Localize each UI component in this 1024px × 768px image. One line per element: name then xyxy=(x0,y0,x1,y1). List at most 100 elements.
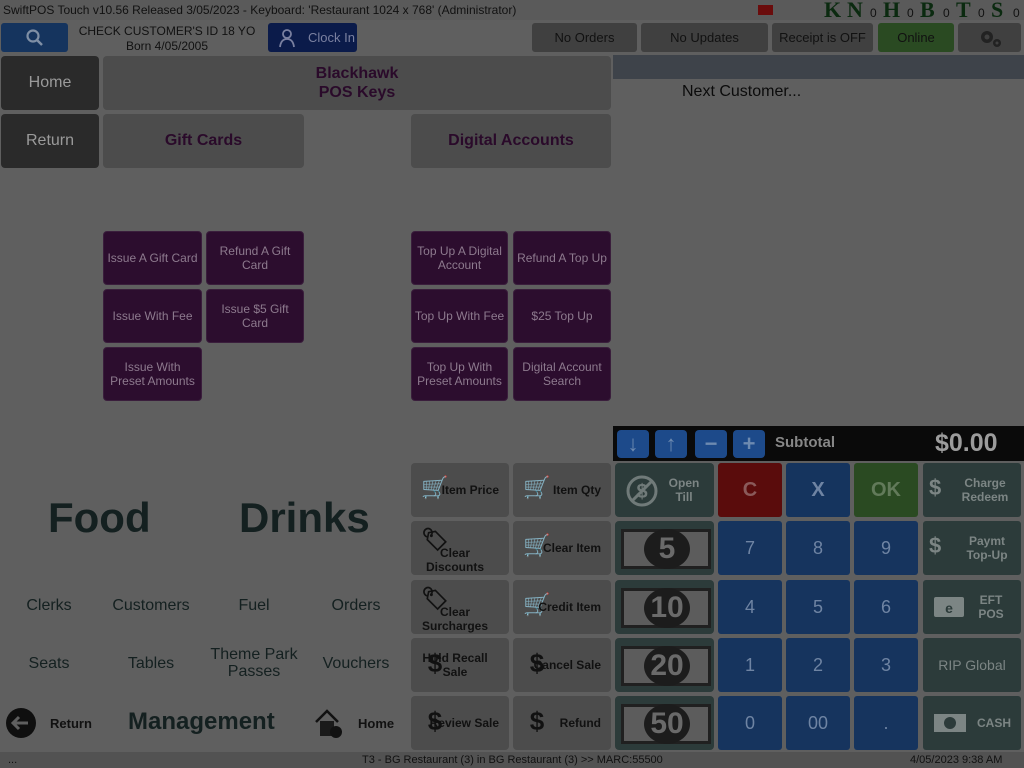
clear-discounts-button[interactable]: 🏷 Clear Discounts xyxy=(411,521,509,575)
digit-6-key[interactable]: 6 xyxy=(854,580,918,634)
review-sale-button[interactable]: $ Review Sale xyxy=(411,696,509,750)
brand-digit: 0 xyxy=(1013,6,1020,20)
blackhawk-pos-keys-button[interactable]: Blackhawk POS Keys xyxy=(103,56,611,110)
item-price-button[interactable]: 🛒 Item Price xyxy=(411,463,509,517)
house-icon xyxy=(315,709,342,738)
double-zero-key[interactable]: 00 xyxy=(786,696,850,750)
search-icon xyxy=(25,28,43,46)
subtotal-value: $0.00 xyxy=(935,429,998,457)
clear-item-label: Clear Item xyxy=(542,541,601,555)
seats-button[interactable]: Seats xyxy=(0,655,98,673)
orders-status[interactable]: No Orders xyxy=(532,23,637,52)
age-check-banner: CHECK CUSTOMER'S ID 18 YO Born 4/05/2005 xyxy=(72,24,262,54)
cash-20-button[interactable]: 20 xyxy=(615,638,714,692)
next-customer-text: Next Customer... xyxy=(682,83,802,100)
open-till-button[interactable]: $ Open Till xyxy=(615,463,714,517)
management-button[interactable]: Management xyxy=(128,708,275,736)
bill-50-value: 50 xyxy=(644,704,690,744)
refund-top-up-button[interactable]: Refund A Top Up xyxy=(513,231,611,285)
issue-with-preset-button[interactable]: Issue With Preset Amounts xyxy=(103,347,202,401)
online-status[interactable]: Online xyxy=(878,23,954,52)
digit-8-key[interactable]: 8 xyxy=(786,521,850,575)
gift-cards-tab[interactable]: Gift Cards xyxy=(103,114,304,168)
arrow-up-icon[interactable]: ↑ xyxy=(655,430,687,458)
footer-datetime: 4/05/2023 9:38 AM xyxy=(910,754,1003,766)
fuel-button[interactable]: Fuel xyxy=(205,597,303,615)
clear-item-button[interactable]: 🛒 Clear Item xyxy=(513,521,611,575)
digit-9-key[interactable]: 9 xyxy=(854,521,918,575)
blackhawk-line2: POS Keys xyxy=(318,84,396,101)
theme-park-passes-button[interactable]: Theme Park Passes xyxy=(205,646,303,680)
settings-button[interactable] xyxy=(958,23,1021,52)
vouchers-button[interactable]: Vouchers xyxy=(307,655,405,673)
charge-redeem-icon: $ xyxy=(929,475,942,500)
charge-redeem-label: Charge Redeem xyxy=(961,476,1009,504)
ok-key[interactable]: OK xyxy=(854,463,918,517)
updates-status[interactable]: No Updates xyxy=(641,23,768,52)
eft-pos-button[interactable]: e EFT POS xyxy=(923,580,1021,634)
rip-global-button[interactable]: RIP Global xyxy=(923,638,1021,692)
return-button[interactable]: Return xyxy=(1,114,99,168)
plus-icon[interactable]: + xyxy=(733,430,765,458)
bill-10-value: 10 xyxy=(644,588,690,628)
digit-7-key[interactable]: 7 xyxy=(718,521,782,575)
orders-button[interactable]: Orders xyxy=(307,597,405,615)
top-up-with-fee-button[interactable]: Top Up With Fee xyxy=(411,289,508,343)
charge-redeem-button[interactable]: $ Charge Redeem xyxy=(923,463,1021,517)
return-nav-button[interactable]: Return xyxy=(4,706,98,740)
bill-5-value: 5 xyxy=(644,529,690,569)
decimal-key[interactable]: . xyxy=(854,696,918,750)
search-button[interactable] xyxy=(1,23,68,52)
issue-gift-card-button[interactable]: Issue A Gift Card xyxy=(103,231,202,285)
credit-item-button[interactable]: 🛒 Credit Item xyxy=(513,580,611,634)
clear-key[interactable]: C xyxy=(718,463,782,517)
top-up-25-button[interactable]: $25 Top Up xyxy=(513,289,611,343)
cash-50-button[interactable]: 50 xyxy=(615,696,714,750)
cash-5-button[interactable]: 5 xyxy=(615,521,714,575)
arrow-down-icon[interactable]: ↓ xyxy=(617,430,649,458)
cancel-sale-label: Cancel Sale xyxy=(533,658,601,672)
cancel-sale-button[interactable]: $ Cancel Sale xyxy=(513,638,611,692)
digit-0-key[interactable]: 0 xyxy=(718,696,782,750)
brand-t: T xyxy=(956,0,971,22)
issue-with-fee-button[interactable]: Issue With Fee xyxy=(103,289,202,343)
receipt-toggle[interactable]: Receipt is OFF xyxy=(772,23,873,52)
top-up-digital-account-button[interactable]: Top Up A Digital Account xyxy=(411,231,508,285)
digit-5-key[interactable]: 5 xyxy=(786,580,850,634)
payment-topup-button[interactable]: $ Paymt Top-Up xyxy=(923,521,1021,575)
cash-tender-button[interactable]: CASH xyxy=(923,696,1021,750)
digital-account-search-button[interactable]: Digital Account Search xyxy=(513,347,611,401)
footer-terminal-info: T3 - BG Restaurant (3) in BG Restaurant … xyxy=(362,754,663,766)
age-check-born: Born 4/05/2005 xyxy=(125,39,209,53)
bill-20-value: 20 xyxy=(644,646,690,686)
item-qty-label: Item Qty xyxy=(552,483,601,497)
mail-icon[interactable] xyxy=(758,5,773,15)
cash-10-button[interactable]: 10 xyxy=(615,580,714,634)
clear-surcharges-button[interactable]: 🏷 Clear Surcharges xyxy=(411,580,509,634)
customers-button[interactable]: Customers xyxy=(102,597,200,615)
back-arrow-icon xyxy=(6,708,36,738)
issue-5-gift-card-button[interactable]: Issue $5 Gift Card xyxy=(206,289,304,343)
tables-button[interactable]: Tables xyxy=(102,655,200,673)
item-qty-button[interactable]: 🛒 Item Qty xyxy=(513,463,611,517)
digit-2-key[interactable]: 2 xyxy=(786,638,850,692)
clock-in-button[interactable]: Clock In xyxy=(268,23,357,52)
digit-4-key[interactable]: 4 xyxy=(718,580,782,634)
brand-s: S xyxy=(991,0,1004,22)
hold-recall-sale-button[interactable]: $ Hold Recall Sale xyxy=(411,638,509,692)
top-up-preset-button[interactable]: Top Up With Preset Amounts xyxy=(411,347,508,401)
multiply-key[interactable]: X xyxy=(786,463,850,517)
food-category[interactable]: Food xyxy=(48,494,151,542)
drinks-category[interactable]: Drinks xyxy=(239,494,370,542)
digit-3-key[interactable]: 3 xyxy=(854,638,918,692)
home-nav-button[interactable]: Home xyxy=(312,706,408,740)
refund-gift-card-button[interactable]: Refund A Gift Card xyxy=(206,231,304,285)
home-button[interactable]: Home xyxy=(1,56,99,110)
refund-button[interactable]: $ Refund xyxy=(513,696,611,750)
clerks-button[interactable]: Clerks xyxy=(0,597,98,615)
digit-1-key[interactable]: 1 xyxy=(718,638,782,692)
minus-icon[interactable]: − xyxy=(695,430,727,458)
digital-accounts-tab[interactable]: Digital Accounts xyxy=(411,114,611,168)
person-icon xyxy=(279,28,295,47)
return-nav-label: Return xyxy=(50,715,92,731)
